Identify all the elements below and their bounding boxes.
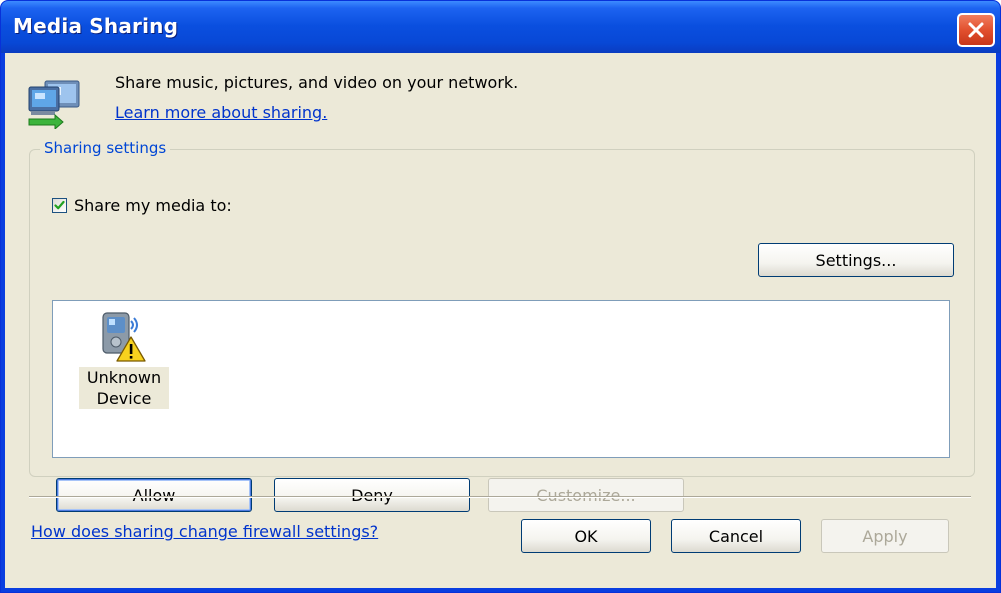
allow-button[interactable]: Allow — [56, 478, 252, 512]
media-sharing-icon — [25, 75, 89, 133]
media-device-warning-icon — [97, 307, 149, 367]
share-media-checkbox[interactable] — [52, 198, 67, 213]
apply-button[interactable]: Apply — [821, 519, 949, 553]
footer-divider — [29, 496, 971, 498]
media-sharing-dialog: Media Sharing Share music, pictures, and… — [0, 0, 1001, 593]
dialog-body: Share music, pictures, and video on your… — [5, 53, 996, 588]
device-label-line2: Device — [96, 389, 152, 408]
settings-button[interactable]: Settings... — [758, 243, 954, 277]
customize-button[interactable]: Customize... — [488, 478, 684, 512]
learn-more-link[interactable]: Learn more about sharing. — [115, 103, 327, 122]
sharing-settings-group: Sharing settings Share my media to: Sett… — [29, 139, 975, 512]
cancel-button[interactable]: Cancel — [671, 519, 801, 553]
share-media-checkbox-row[interactable]: Share my media to: — [52, 196, 232, 215]
window-title: Media Sharing — [13, 14, 179, 38]
deny-button[interactable]: Deny — [274, 478, 470, 512]
device-list[interactable]: Unknown Device — [52, 300, 950, 458]
device-item-unknown[interactable]: Unknown Device — [79, 307, 169, 411]
device-label: Unknown Device — [79, 367, 169, 409]
sharing-settings-legend: Sharing settings — [40, 139, 171, 157]
intro-description: Share music, pictures, and video on your… — [115, 73, 519, 92]
ok-button[interactable]: OK — [521, 519, 651, 553]
device-label-line1: Unknown — [86, 368, 162, 387]
checkmark-icon — [54, 200, 65, 210]
close-button[interactable] — [957, 13, 995, 47]
firewall-settings-link[interactable]: How does sharing change firewall setting… — [31, 522, 378, 541]
share-media-label[interactable]: Share my media to: — [74, 196, 232, 215]
title-bar[interactable]: Media Sharing — [1, 1, 1000, 53]
